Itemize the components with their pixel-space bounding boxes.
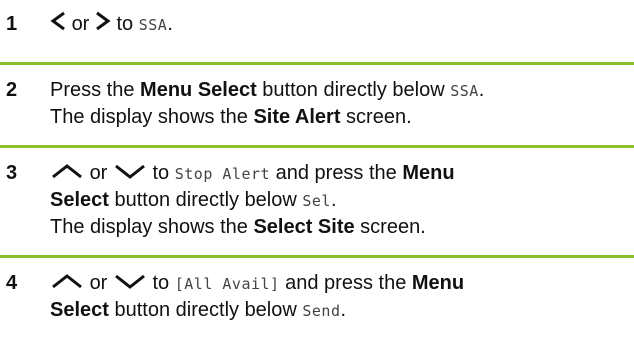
or-text: or [71,13,90,35]
step-text: or to SSA. [50,11,630,38]
step-line: Press the Menu Select button directly be… [50,79,485,101]
separator [0,145,634,148]
separator [0,62,634,65]
screen-name: Select Site [253,216,355,238]
step-line: or to [All Avail] and press the Menu [50,270,630,297]
display-option-sel: Sel [302,192,331,210]
step-line: or to Stop Alert and press the Menu [50,160,630,187]
chevron-down-icon [114,164,145,179]
step-line: The display shows the Site Alert screen. [50,106,412,128]
step-number: 3 [6,162,18,184]
step-text: Press the Menu Select button directly be… [50,77,630,130]
chevron-right-icon [96,11,111,31]
step-line: The display shows the Select Site screen… [50,216,426,238]
chevron-down-icon [114,274,145,289]
step-number: 2 [6,79,18,101]
chevron-up-icon [52,164,82,179]
display-option-ssa: SSA [450,82,479,100]
separator [0,255,634,258]
step-line: Select button directly below Sel. [50,189,337,211]
menu-select-label: Menu Select [140,79,257,101]
display-option-stop-alert: Stop Alert [174,165,271,183]
step-number: 1 [6,13,18,35]
display-option-send: Send [302,302,341,320]
display-option-all-avail: [All Avail] [174,275,280,293]
screen-name: Site Alert [253,106,341,128]
menu-label: Menu [411,272,465,294]
step-line: Select button directly below Send. [50,299,347,321]
step-number: 4 [6,272,18,294]
select-label: Select [50,189,109,211]
display-option-ssa: SSA [138,16,168,34]
step-text: or to [All Avail] and press the Menu Sel… [50,270,630,324]
chevron-up-icon [52,274,82,289]
select-label: Select [50,299,109,321]
menu-label: Menu [402,162,455,184]
to-text: to [116,13,134,35]
step-text: or to Stop Alert and press the Menu Sele… [50,160,630,240]
chevron-left-icon [50,11,65,31]
